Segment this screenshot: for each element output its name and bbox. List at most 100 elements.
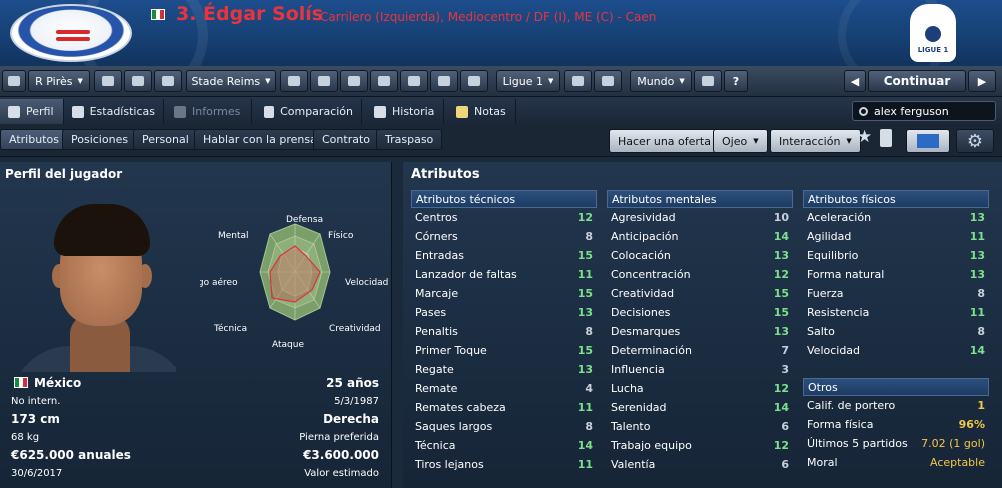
subnav-contrato[interactable]: Contrato (313, 129, 380, 150)
search-input[interactable]: alex ferguson (852, 101, 996, 121)
bookmark-icon[interactable] (880, 129, 892, 147)
scout-dropdown[interactable]: Ojeo ▼ (713, 129, 768, 153)
attribute-row[interactable]: Valentía 6 (607, 455, 793, 474)
attribute-row[interactable]: Últimos 5 partidos 7.02 (1 gol) (803, 434, 989, 453)
attribute-name: Regate (415, 363, 454, 376)
attribute-row[interactable]: Remates cabeza 11 (411, 398, 597, 417)
tab-historia[interactable]: Historia (366, 99, 444, 124)
note-icon (456, 105, 468, 118)
attribute-row[interactable]: Concentración 12 (607, 265, 793, 284)
manager-dropdown[interactable]: R Pirès ▼ (28, 70, 90, 92)
attribute-row[interactable]: Forma natural 13 (803, 265, 989, 284)
league-logo[interactable]: LIGUE 1 (910, 4, 956, 62)
attribute-row[interactable]: Córners 8 (411, 227, 597, 246)
attribute-row[interactable]: Tiros lejanos 11 (411, 455, 597, 474)
attribute-row[interactable]: Calif. de portero 1 (803, 396, 989, 415)
attribute-row[interactable]: Técnica 14 (411, 436, 597, 455)
list-button[interactable] (564, 70, 592, 92)
attribute-row[interactable]: Moral Aceptable (803, 453, 989, 472)
attribute-row[interactable]: Pases 13 (411, 303, 597, 322)
history-button[interactable] (594, 70, 622, 92)
attribute-row[interactable]: Marcaje 15 (411, 284, 597, 303)
attribute-row[interactable]: Resistencia 11 (803, 303, 989, 322)
attribute-row[interactable]: Primer Toque 15 (411, 341, 597, 360)
tab-comparacion[interactable]: Comparación (256, 99, 362, 124)
player-name: 3. Édgar Solís (176, 3, 324, 25)
attribute-row[interactable]: Anticipación 14 (607, 227, 793, 246)
staff-button[interactable] (124, 70, 152, 92)
attribute-row[interactable]: Serenidad 14 (607, 398, 793, 417)
radar-label-creatividad: Creatividad (329, 324, 381, 334)
weight: 68 kg (11, 432, 40, 443)
attribute-row[interactable]: Agilidad 11 (803, 227, 989, 246)
club-crest[interactable] (10, 4, 132, 62)
attribute-row[interactable]: Lucha 12 (607, 379, 793, 398)
profile-subnav: Atributos Posiciones Personal Hablar con… (0, 125, 1002, 157)
tab-estadisticas[interactable]: Estadísticas (64, 99, 164, 124)
attribute-row[interactable]: Penaltis 8 (411, 322, 597, 341)
continue-button[interactable]: Continuar (868, 70, 966, 92)
attribute-row[interactable]: Agresividad 10 (607, 208, 793, 227)
league-dropdown[interactable]: Ligue 1 ▼ (496, 70, 560, 92)
transfers-button[interactable] (430, 70, 458, 92)
attribute-row[interactable]: Talento 6 (607, 417, 793, 436)
attribute-name: Centros (415, 211, 458, 224)
subnav-hablar-prensa[interactable]: Hablar con la prensa (194, 129, 326, 150)
stadium-icon (702, 76, 714, 86)
subnav-atributos[interactable]: Atributos (0, 129, 68, 150)
attribute-row[interactable]: Remate 4 (411, 379, 597, 398)
attribute-row[interactable]: Aceleración 13 (803, 208, 989, 227)
attribute-row[interactable]: Forma física 96% (803, 415, 989, 434)
attribute-name: Calif. de portero (807, 399, 896, 412)
trophy-button[interactable] (340, 70, 368, 92)
attribute-row[interactable]: Trabajo equipo 12 (607, 436, 793, 455)
attribute-row[interactable]: Centros 12 (411, 208, 597, 227)
attribute-row[interactable]: Velocidad 14 (803, 341, 989, 360)
home-button[interactable] (2, 70, 26, 92)
attribute-row[interactable]: Entradas 15 (411, 246, 597, 265)
attribute-row[interactable]: Lanzador de faltas 11 (411, 265, 597, 284)
view-toggle-button[interactable] (906, 129, 950, 153)
attribute-row[interactable]: Creatividad 15 (607, 284, 793, 303)
tactics-button[interactable] (310, 70, 338, 92)
settings-button[interactable]: ⚙ (956, 129, 994, 153)
subnav-traspaso[interactable]: Traspaso (376, 129, 443, 150)
attribute-row[interactable]: Decisiones 15 (607, 303, 793, 322)
tab-perfil[interactable]: Perfil (0, 99, 64, 124)
team-dropdown[interactable]: Stade Reims ▼ (186, 70, 276, 92)
attribute-row[interactable]: Determinación 7 (607, 341, 793, 360)
squad-button[interactable] (280, 70, 308, 92)
attribute-row[interactable]: Saques largos 8 (411, 417, 597, 436)
subnav-personal[interactable]: Personal (133, 129, 198, 150)
make-offer-button[interactable]: Hacer una oferta (609, 129, 720, 153)
interaction-dropdown[interactable]: Interacción ▼ (770, 129, 861, 153)
calendar-icon (378, 76, 390, 86)
nationality[interactable]: México (34, 376, 81, 390)
stadium-button[interactable] (694, 70, 722, 92)
calendar-button[interactable] (370, 70, 398, 92)
attribute-row[interactable]: Equilibrio 13 (803, 246, 989, 265)
notes-button[interactable] (154, 70, 182, 92)
attribute-row[interactable]: Salto 8 (803, 322, 989, 341)
tab-notas[interactable]: Notas (448, 99, 516, 124)
make-offer-label: Hacer una oferta (618, 134, 711, 148)
shortlist-star-icon[interactable]: ★ (857, 127, 872, 147)
forward-button[interactable]: ▶ (968, 70, 996, 92)
world-dropdown[interactable]: Mundo ▼ (630, 70, 692, 92)
attribute-row[interactable]: Fuerza 8 (803, 284, 989, 303)
attribute-value: 8 (585, 230, 593, 243)
attribute-row[interactable]: Regate 13 (411, 360, 597, 379)
help-button[interactable]: ? (724, 70, 748, 92)
finances-button[interactable] (460, 70, 488, 92)
report-icon (174, 105, 186, 118)
inbox-button[interactable] (94, 70, 122, 92)
back-button[interactable]: ◀ (844, 70, 866, 92)
attribute-value: 13 (969, 249, 985, 262)
attribute-row[interactable]: Colocación 13 (607, 246, 793, 265)
scouting-button[interactable] (400, 70, 428, 92)
tab-informes[interactable]: Informes (166, 99, 252, 124)
attribute-row[interactable]: Influencia 3 (607, 360, 793, 379)
subnav-posiciones[interactable]: Posiciones (62, 129, 138, 150)
attribute-row[interactable]: Desmarques 13 (607, 322, 793, 341)
player-position-club[interactable]: Carrilero (Izquierda), Mediocentro / DF … (320, 10, 656, 24)
